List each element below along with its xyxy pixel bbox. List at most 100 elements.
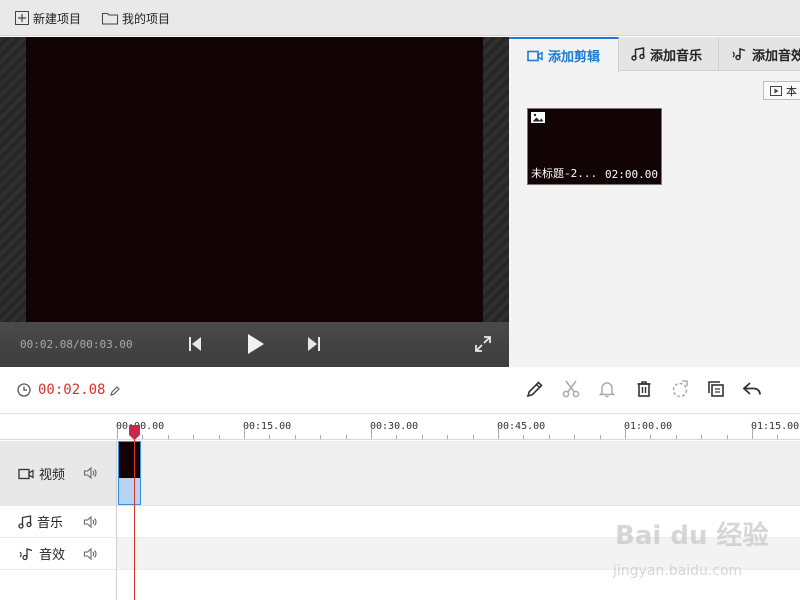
ruler-minor-tick [523,435,524,439]
ruler-minor-tick [142,435,143,439]
play-square-icon [770,85,782,96]
ruler-label: 00:15.00 [243,421,292,432]
skip-back-icon [189,337,201,351]
clip-audio-strip [119,478,140,504]
playhead-handle[interactable] [129,425,140,440]
clock-icon [17,383,31,400]
track-name-video: 视频 [39,468,66,483]
ruler-minor-tick [473,435,474,439]
timeline-toolbar: 00:02.08 [0,367,800,414]
ruler-minor-tick [219,435,220,439]
crop-icon[interactable] [669,379,691,402]
video-camera-icon [18,468,34,479]
ruler-minor-tick [422,435,423,439]
tab-add-sound-effect-label: 添加音效 [752,48,800,64]
undo-icon[interactable] [741,379,763,402]
track-header-empty [0,570,117,600]
clip-thumbnail-strip [119,442,140,478]
image-icon [531,112,545,126]
ruler-minor-tick [701,435,702,439]
ruler-minor-tick [269,435,270,439]
track-header-sound-effect: 音效 [0,538,117,570]
tab-add-music[interactable]: 添加音乐 [619,37,719,71]
clip-name: 未标题-2... [531,167,598,180]
copy-icon[interactable] [706,379,726,402]
video-track-volume-icon[interactable] [83,466,97,484]
media-tabs: 添加剪辑 添加音乐 添加音效 [509,37,800,72]
ruler-minor-tick [396,435,397,439]
media-library-panel: 添加剪辑 添加音乐 添加音效 本 未标题-2... 02:00.00 [509,37,800,367]
sound-effect-icon [19,547,33,560]
track-header-music: 音乐 [0,506,117,538]
sound-effect-icon [732,48,746,61]
my-projects-button[interactable]: 我的项目 [102,0,170,36]
plus-square-icon [15,11,29,25]
scissors-icon[interactable] [561,379,581,402]
music-note-icon [18,514,32,529]
new-project-button[interactable]: 新建项目 [15,0,81,36]
playback-timecode: 00:02.08/00:03.00 [20,338,133,351]
ruler-label: 00:45.00 [497,421,546,432]
bell-icon[interactable] [597,379,617,402]
local-media-button[interactable]: 本 [763,81,800,100]
media-clip-thumbnail[interactable]: 未标题-2... 02:00.00 [527,108,662,185]
ruler-minor-tick [549,435,550,439]
ruler-minor-tick [727,435,728,439]
music-note-icon [631,47,645,61]
track-header-video: 视频 [0,441,117,506]
ruler-major-tick [117,429,118,439]
ruler-label: 01:00.00 [624,421,673,432]
video-camera-icon [527,50,543,61]
ruler-major-tick [625,429,626,439]
ruler-minor-tick [193,435,194,439]
music-track-volume-icon[interactable] [83,515,97,533]
track-lane-video[interactable] [117,441,800,506]
ruler-major-tick [752,429,753,439]
current-time-display: 00:02.08 [38,382,106,398]
ruler-label: 00:30.00 [370,421,419,432]
top-toolbar: 新建项目 我的项目 [0,0,800,36]
ruler-minor-tick [320,435,321,439]
ruler-label: 00:00.00 [116,421,165,432]
ruler-minor-tick [676,435,677,439]
ruler-major-tick [371,429,372,439]
timeline-ruler[interactable]: 00:00.00 00:15.00 00:30.00 00:45.00 01:0… [0,414,800,440]
video-preview-panel: 00:02.08/00:03.00 [0,37,509,367]
previous-frame-button[interactable] [188,336,202,355]
watermark-url: jingyan.baidu.com [613,563,743,579]
ruler-minor-tick [447,435,448,439]
local-media-label: 本 [786,84,797,98]
tab-add-music-label: 添加音乐 [650,48,703,64]
ruler-major-tick [244,429,245,439]
player-controls: 00:02.08/00:03.00 [0,322,509,367]
trash-icon[interactable] [634,379,654,402]
skip-forward-icon [308,337,320,351]
tab-add-sound-effect[interactable]: 添加音效 [719,37,800,71]
my-projects-label: 我的项目 [122,11,171,26]
clip-duration: 02:00.00 [605,168,658,181]
playhead-line [134,425,135,600]
next-frame-button[interactable] [307,336,321,355]
ruler-minor-tick [574,435,575,439]
ruler-minor-tick [600,435,601,439]
ruler-major-tick [498,429,499,439]
ruler-minor-tick [295,435,296,439]
folder-icon [102,12,118,24]
preview-screen [26,37,483,322]
track-name-music: 音乐 [37,516,64,531]
fullscreen-button[interactable] [474,335,492,356]
ruler-minor-tick [777,435,778,439]
watermark-logo: Bai du 经验 [615,521,769,551]
sound-effect-track-volume-icon[interactable] [83,547,97,565]
ruler-minor-tick [346,435,347,439]
play-button[interactable] [247,333,265,358]
play-icon [248,334,264,354]
ruler-label: 01:15.00 [751,421,800,432]
ruler-minor-tick [650,435,651,439]
edit-time-icon[interactable] [110,385,120,399]
timeline-video-clip[interactable] [118,441,141,505]
tab-add-clip[interactable]: 添加剪辑 [509,37,619,72]
pencil-icon[interactable] [525,379,545,402]
tab-add-clip-label: 添加剪辑 [548,50,601,65]
expand-icon [475,336,491,352]
